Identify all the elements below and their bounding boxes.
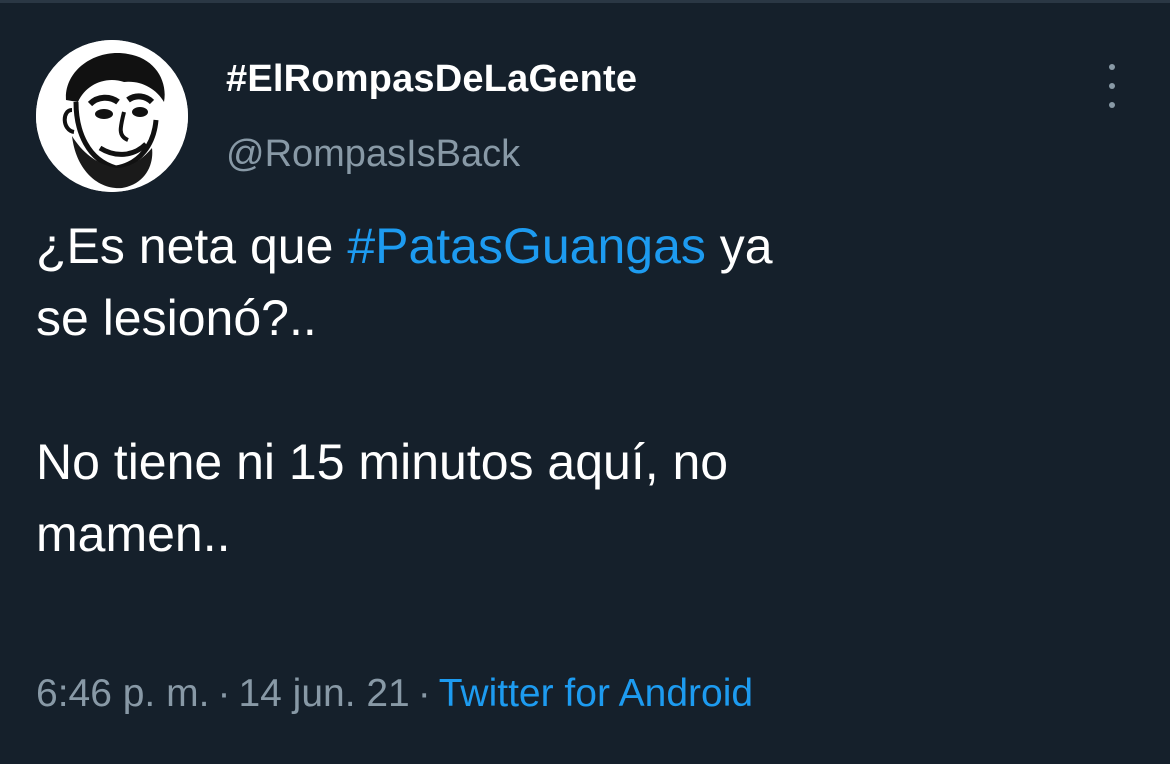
tweet-text-segment: ya: [705, 218, 773, 274]
meta-separator: ·: [417, 672, 431, 715]
tweet-text-line: No tiene ni 15 minutos aquí, no: [36, 434, 729, 490]
hashtag-link[interactable]: #PatasGuangas: [347, 218, 706, 274]
tweet-text-blank-line: [36, 354, 1136, 426]
tweet-text: ¿Es neta que #PatasGuangas ya se lesionó…: [36, 210, 1136, 570]
tweet-date[interactable]: 14 jun. 21: [238, 672, 409, 715]
vertical-ellipsis-icon: [1109, 83, 1115, 89]
cartoon-face-avatar-icon: [36, 40, 188, 192]
author-display-name[interactable]: #ElRompasDeLaGente: [226, 58, 637, 101]
tweet-time[interactable]: 6:46 p. m.: [36, 672, 209, 715]
tweet-card: #ElRompasDeLaGente @RompasIsBack ¿Es net…: [0, 0, 1170, 764]
vertical-ellipsis-icon: [1109, 102, 1115, 108]
avatar[interactable]: [36, 40, 188, 192]
author-handle[interactable]: @RompasIsBack: [226, 133, 520, 176]
tweet-text-line: mamen..: [36, 506, 231, 562]
tweet-metadata: 6:46 p. m. · 14 jun. 21 · Twitter for Androi…: [36, 672, 753, 716]
tweet-source-link[interactable]: Twitter for Android: [439, 672, 753, 715]
more-options-button[interactable]: [1100, 64, 1124, 108]
meta-separator: ·: [217, 672, 231, 715]
tweet-text-line: ¿Es neta que #PatasGuangas ya: [36, 210, 1136, 282]
vertical-ellipsis-icon: [1109, 64, 1115, 70]
tweet-text-line: se lesionó?..: [36, 290, 317, 346]
tweet-text-segment: ¿Es neta que: [36, 218, 348, 274]
